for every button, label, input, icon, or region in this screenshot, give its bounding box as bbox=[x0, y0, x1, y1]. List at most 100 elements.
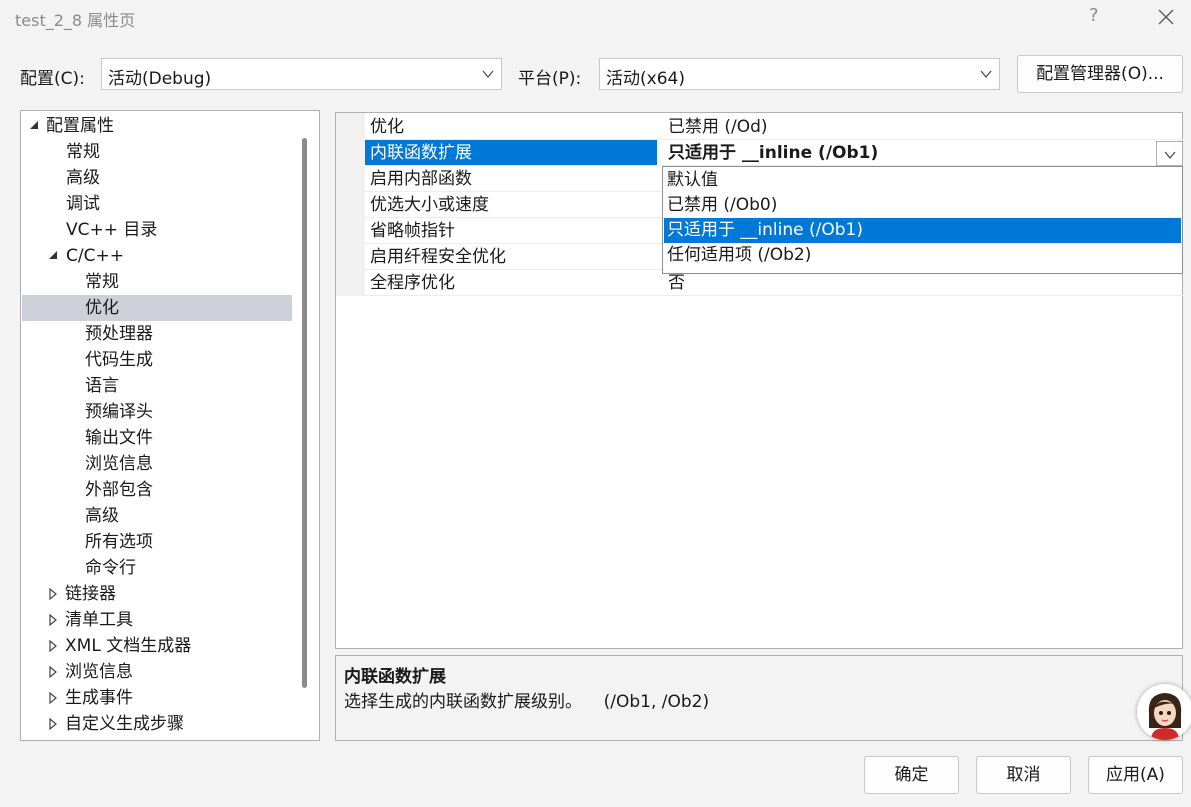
tree-item[interactable]: 预处理器 bbox=[22, 321, 300, 347]
tree-item[interactable]: 常规 bbox=[22, 139, 300, 165]
collapsed-triangle-icon[interactable] bbox=[48, 607, 60, 633]
tree-item[interactable]: 所有选项 bbox=[22, 529, 300, 555]
title-bar: test_2_8 属性页 ? bbox=[0, 0, 1191, 36]
property-tree[interactable]: 配置属性 常规 高级 调试 VC++ 目录 C/C++ 常规 优化 预处理器 代码生成 语言 预编译头… bbox=[20, 110, 320, 741]
tree-item[interactable]: 预编译头 bbox=[22, 399, 300, 425]
tree-item-label: 常规 bbox=[66, 142, 100, 162]
expanded-triangle-icon[interactable] bbox=[29, 113, 41, 139]
collapsed-triangle-icon[interactable] bbox=[48, 659, 60, 685]
tree-item-label: 输出文件 bbox=[85, 428, 153, 448]
assistant-avatar[interactable] bbox=[1137, 684, 1191, 740]
property-name: 省略帧指针 bbox=[370, 221, 455, 241]
property-name: 启用纤程安全优化 bbox=[370, 247, 506, 267]
collapsed-triangle-icon[interactable] bbox=[48, 581, 60, 607]
tree-item-label: 链接器 bbox=[65, 584, 116, 604]
tree-item[interactable]: 高级 bbox=[22, 165, 300, 191]
config-manager-button[interactable]: 配置管理器(O)... bbox=[1017, 55, 1183, 93]
chevron-down-icon bbox=[1164, 151, 1176, 159]
property-row[interactable]: 内联函数扩展 只适用于 __inline (/Ob1) bbox=[365, 140, 1183, 166]
avatar-icon bbox=[1137, 684, 1191, 740]
platform-value: 活动(x64) bbox=[606, 69, 685, 89]
tree-item[interactable]: VC++ 目录 bbox=[22, 217, 300, 243]
property-value: 已禁用 (/Od) bbox=[668, 117, 768, 137]
config-combo[interactable]: 活动(Debug) bbox=[101, 58, 502, 90]
tree-item[interactable]: 链接器 bbox=[22, 581, 300, 607]
tree-item[interactable]: C/C++ bbox=[22, 243, 300, 269]
tree-item[interactable]: 常规 bbox=[22, 269, 300, 295]
tree-item[interactable]: 浏览信息 bbox=[22, 659, 300, 685]
tree-item-label: 调试 bbox=[66, 194, 100, 214]
tree-item[interactable]: 生成事件 bbox=[22, 685, 300, 711]
property-name: 全程序优化 bbox=[370, 273, 455, 293]
tree-item[interactable]: 浏览信息 bbox=[22, 451, 300, 477]
dropdown-option[interactable]: 默认值 bbox=[664, 168, 1181, 193]
dropdown-option[interactable]: 已禁用 (/Ob0) bbox=[664, 193, 1181, 218]
help-button[interactable]: ? bbox=[1089, 5, 1099, 26]
description-text: 选择生成的内联函数扩展级别。 (/Ob1, /Ob2) bbox=[344, 692, 710, 712]
collapsed-triangle-icon[interactable] bbox=[48, 633, 60, 659]
property-row[interactable]: 优化 已禁用 (/Od) bbox=[365, 114, 1183, 140]
config-manager-label: 配置管理器(O)... bbox=[1036, 64, 1164, 84]
tree-item[interactable]: 高级 bbox=[22, 503, 300, 529]
collapsed-triangle-icon[interactable] bbox=[48, 711, 60, 737]
tree-item-label: 预编译头 bbox=[85, 402, 153, 422]
property-value: 只适用于 __inline (/Ob1) bbox=[668, 143, 879, 163]
tree-item[interactable]: 代码生成 bbox=[22, 347, 300, 373]
value-dropdown-list[interactable]: 默认值 已禁用 (/Ob0) 只适用于 __inline (/Ob1) 任何适用项 (… bbox=[662, 166, 1183, 274]
tree-item[interactable]: 优化 bbox=[22, 295, 292, 321]
ok-label: 确定 bbox=[894, 765, 929, 785]
description-pane: 内联函数扩展 选择生成的内联函数扩展级别。 (/Ob1, /Ob2) bbox=[335, 655, 1183, 741]
apply-label: 应用(A) bbox=[1106, 765, 1165, 785]
tree-item-label: 代码生成 bbox=[85, 350, 153, 370]
window-title: test_2_8 属性页 bbox=[15, 11, 136, 30]
property-name: 优化 bbox=[370, 117, 404, 137]
tree-item[interactable]: 命令行 bbox=[22, 555, 300, 581]
platform-combo[interactable]: 活动(x64) bbox=[599, 58, 1000, 90]
tree-item-label: 所有选项 bbox=[85, 532, 153, 552]
tree-scrollbar[interactable] bbox=[302, 138, 307, 688]
tree-item-label: 常规 bbox=[85, 272, 119, 292]
chevron-down-icon bbox=[980, 70, 992, 78]
config-value: 活动(Debug) bbox=[108, 69, 212, 89]
apply-button[interactable]: 应用(A) bbox=[1088, 756, 1183, 794]
dropdown-option[interactable]: 只适用于 __inline (/Ob1) bbox=[664, 218, 1181, 243]
tree-item-label: 浏览信息 bbox=[65, 662, 133, 682]
tree-item[interactable]: XML 文档生成器 bbox=[22, 633, 300, 659]
property-name: 优选大小或速度 bbox=[370, 195, 489, 215]
tree-item-label: 自定义生成步骤 bbox=[65, 714, 184, 734]
tree-item-label: 高级 bbox=[85, 506, 119, 526]
tree-item-label: C/C++ bbox=[66, 246, 124, 266]
chevron-down-icon bbox=[482, 70, 494, 78]
tree-item-label: 配置属性 bbox=[46, 116, 114, 136]
dropdown-option[interactable]: 任何适用项 (/Ob2) bbox=[664, 243, 1181, 268]
tree-item-label: 优化 bbox=[85, 298, 119, 318]
property-name: 启用内部函数 bbox=[370, 169, 472, 189]
value-dropdown-button[interactable] bbox=[1156, 141, 1183, 166]
description-title: 内联函数扩展 bbox=[344, 667, 446, 687]
property-name: 内联函数扩展 bbox=[365, 140, 657, 165]
tree-item[interactable]: 语言 bbox=[22, 373, 300, 399]
tree-item[interactable]: 清单工具 bbox=[22, 607, 300, 633]
expanded-triangle-icon[interactable] bbox=[48, 243, 60, 269]
cancel-label: 取消 bbox=[1006, 765, 1041, 785]
tree-item-label: 高级 bbox=[66, 168, 100, 188]
tree-item[interactable]: 调试 bbox=[22, 191, 300, 217]
ok-button[interactable]: 确定 bbox=[864, 756, 959, 794]
tree-item-label: VC++ 目录 bbox=[66, 220, 158, 240]
close-button[interactable] bbox=[1150, 2, 1182, 32]
close-icon bbox=[1158, 9, 1174, 25]
tree-item[interactable]: 外部包含 bbox=[22, 477, 300, 503]
tree-item[interactable]: 输出文件 bbox=[22, 425, 300, 451]
tree-item[interactable]: 配置属性 bbox=[22, 113, 300, 139]
tree-item-label: 浏览信息 bbox=[85, 454, 153, 474]
tree-item-label: 生成事件 bbox=[65, 688, 133, 708]
tree-item-label: 预处理器 bbox=[85, 324, 153, 344]
tree-item-label: XML 文档生成器 bbox=[65, 636, 192, 656]
tree-item-label: 语言 bbox=[85, 376, 119, 396]
tree-item-label: 清单工具 bbox=[65, 610, 133, 630]
tree-item-label: 命令行 bbox=[85, 558, 136, 578]
collapsed-triangle-icon[interactable] bbox=[48, 685, 60, 711]
config-label: 配置(C): bbox=[20, 69, 85, 89]
tree-item[interactable]: 自定义生成步骤 bbox=[22, 711, 300, 737]
cancel-button[interactable]: 取消 bbox=[976, 756, 1071, 794]
